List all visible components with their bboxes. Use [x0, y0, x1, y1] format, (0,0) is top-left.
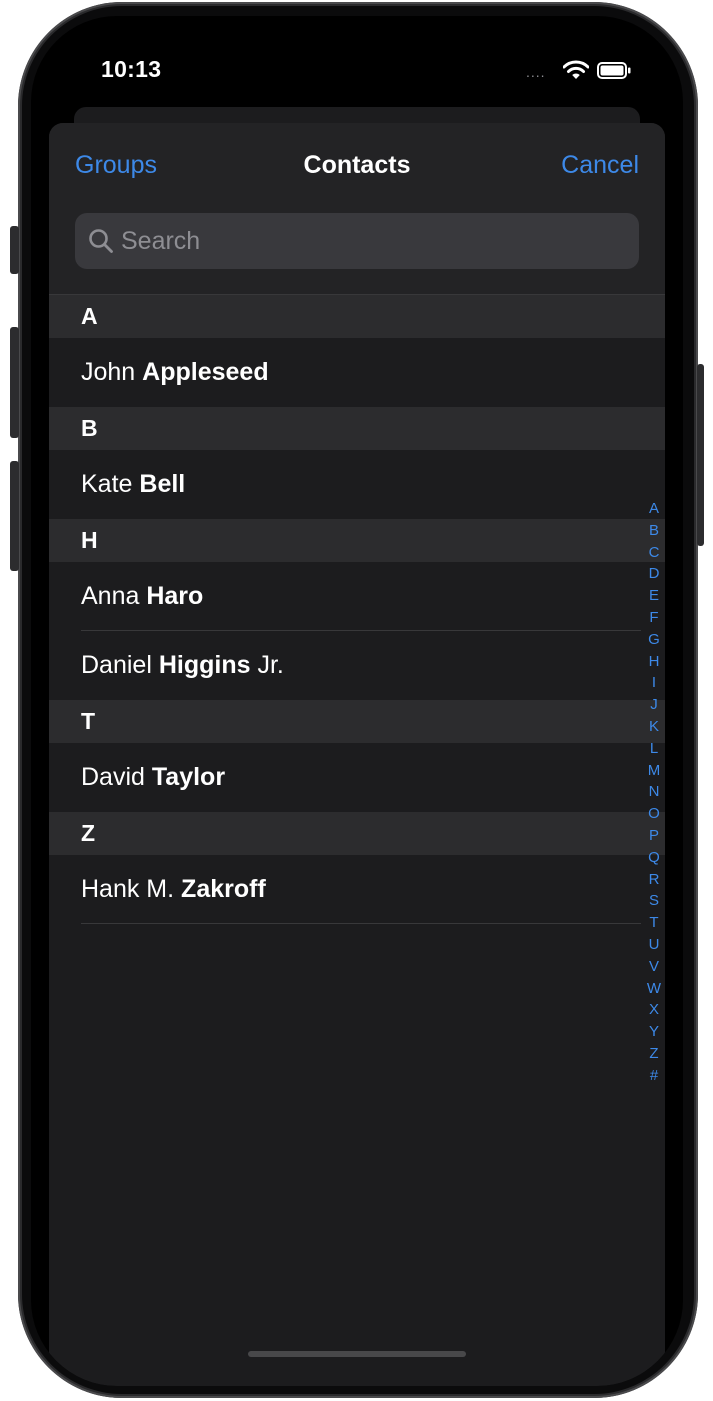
wifi-icon — [563, 60, 589, 79]
index-letter[interactable]: J — [650, 694, 658, 716]
index-letter[interactable]: F — [649, 607, 658, 629]
cancel-button[interactable]: Cancel — [561, 151, 639, 180]
index-letter[interactable]: C — [649, 542, 660, 564]
contact-name: David Taylor — [81, 743, 225, 812]
contact-row[interactable]: John Appleseed — [49, 338, 665, 407]
contacts-sheet: Groups Contacts Cancel A John Appleseed … — [49, 123, 665, 1386]
index-letter[interactable]: P — [649, 825, 659, 847]
index-letter[interactable]: Y — [649, 1021, 659, 1043]
contacts-list: A John Appleseed B Kate Bell H Anna Haro… — [49, 295, 665, 924]
section-header-z: Z — [49, 812, 665, 855]
power-button — [697, 364, 704, 546]
index-letter[interactable]: M — [648, 760, 661, 782]
contact-first-name: Daniel — [81, 651, 152, 679]
home-indicator[interactable] — [248, 1351, 466, 1357]
search-input[interactable] — [121, 213, 621, 269]
volume-up-button — [10, 327, 19, 438]
contact-name-suffix: Jr. — [257, 651, 284, 679]
index-letter[interactable]: S — [649, 890, 659, 912]
section-header-h: H — [49, 519, 665, 562]
contact-last-name: Haro — [146, 582, 204, 610]
contact-name: Hank M. Zakroff — [81, 855, 266, 924]
contact-last-name: Appleseed — [142, 358, 269, 386]
contact-last-name: Zakroff — [181, 875, 266, 903]
index-letter[interactable]: X — [649, 999, 659, 1021]
search-field[interactable] — [75, 213, 639, 269]
section-header-a: A — [49, 295, 665, 338]
index-letter[interactable]: B — [649, 520, 659, 542]
contact-row[interactable]: Daniel Higgins Jr. — [49, 631, 665, 700]
index-letter[interactable]: N — [649, 781, 660, 803]
index-letter[interactable]: L — [650, 738, 658, 760]
battery-icon — [597, 62, 631, 79]
index-letter[interactable]: V — [649, 956, 659, 978]
contact-last-name: Higgins — [158, 651, 251, 679]
index-letter[interactable]: D — [649, 563, 660, 585]
contact-name: Kate Bell — [81, 450, 185, 519]
status-time: 10:13 — [101, 56, 162, 82]
index-letter[interactable]: K — [649, 716, 659, 738]
cellular-signal-indicator: .... — [526, 64, 546, 80]
index-letter[interactable]: O — [648, 803, 660, 825]
section-header-t: T — [49, 700, 665, 743]
index-letter[interactable]: H — [649, 651, 660, 673]
contact-first-name: John — [81, 358, 136, 386]
contact-row[interactable]: Anna Haro — [49, 562, 665, 631]
screen: 10:13 .... Groups Contacts Cancel A — [31, 16, 683, 1386]
contact-name: Daniel Higgins Jr. — [81, 631, 284, 700]
section-index-bar[interactable]: A B C D E F G H I J K L M N O P Q R S T … — [645, 498, 663, 1087]
silent-switch — [10, 226, 19, 274]
index-letter[interactable]: T — [649, 912, 658, 934]
contact-last-name: Bell — [139, 470, 186, 498]
index-letter[interactable]: Q — [648, 847, 660, 869]
index-letter[interactable]: R — [649, 869, 660, 891]
contact-first-name: Anna — [81, 582, 140, 610]
contact-row[interactable]: Kate Bell — [49, 450, 665, 519]
contact-row[interactable]: Hank M. Zakroff — [49, 855, 665, 924]
index-letter[interactable]: E — [649, 585, 659, 607]
navigation-bar: Groups Contacts Cancel — [49, 123, 665, 295]
search-icon — [89, 229, 113, 253]
index-letter[interactable]: # — [650, 1065, 658, 1087]
row-divider — [81, 923, 641, 924]
index-letter[interactable]: W — [647, 978, 661, 1000]
volume-down-button — [10, 461, 19, 571]
contact-first-name: Kate — [81, 470, 133, 498]
index-letter[interactable]: I — [652, 672, 656, 694]
contact-name: Anna Haro — [81, 562, 203, 631]
contact-first-name: Hank M. — [81, 875, 175, 903]
contact-first-name: David — [81, 763, 145, 791]
index-letter[interactable]: Z — [649, 1043, 658, 1065]
contact-row[interactable]: David Taylor — [49, 743, 665, 812]
section-header-b: B — [49, 407, 665, 450]
contact-name: John Appleseed — [81, 338, 269, 407]
index-letter[interactable]: A — [649, 498, 659, 520]
index-letter[interactable]: G — [648, 629, 660, 651]
contact-last-name: Taylor — [151, 763, 226, 791]
index-letter[interactable]: U — [649, 934, 660, 956]
